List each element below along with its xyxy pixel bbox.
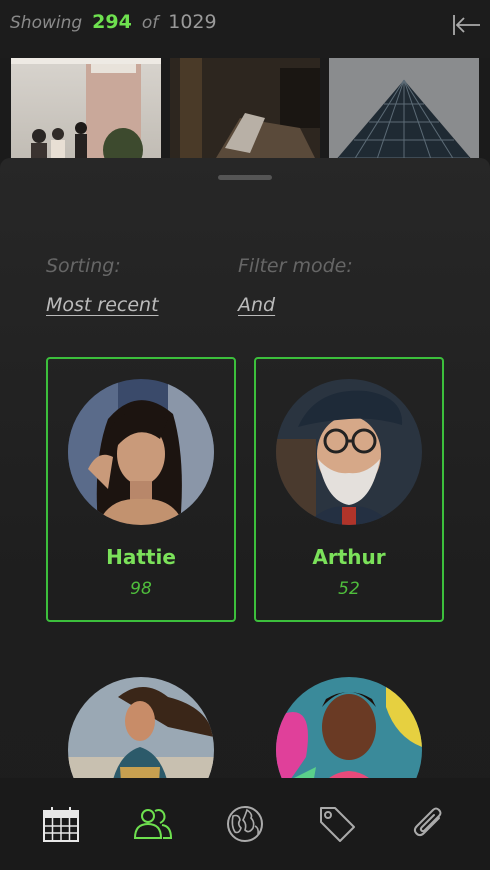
tag-icon — [320, 807, 355, 842]
showing-label: Showing — [10, 13, 83, 33]
sorting-label: Sorting: — [46, 255, 121, 277]
calendar-icon — [43, 807, 79, 842]
globe-icon — [227, 806, 263, 842]
photo-thumbnail[interactable] — [329, 58, 479, 168]
results-header: Showing 294 of 1029 — [0, 0, 490, 58]
person-name: Hattie — [106, 545, 176, 569]
of-label: of — [141, 13, 159, 33]
sorting-select[interactable]: Most recent — [46, 294, 159, 316]
photo-interior-ruins — [170, 58, 320, 168]
paperclip-icon — [413, 807, 442, 837]
tab-places[interactable] — [223, 802, 267, 846]
person-card[interactable]: Arthur 52 — [254, 357, 444, 622]
photo-strip — [0, 58, 490, 168]
photo-thumbnail[interactable] — [11, 58, 161, 168]
people-icon — [133, 809, 173, 839]
collapse-panel-button[interactable] — [452, 12, 482, 38]
tab-tags[interactable] — [315, 802, 359, 846]
tab-calendar[interactable] — [39, 802, 83, 846]
total-count: 1029 — [168, 11, 217, 33]
photo-thumbnail[interactable] — [170, 58, 320, 168]
drag-handle[interactable] — [218, 175, 272, 180]
shown-count: 294 — [92, 11, 132, 33]
results-summary: Showing 294 of 1029 — [10, 11, 217, 33]
tab-people[interactable] — [131, 802, 175, 846]
bottom-nav — [0, 778, 490, 870]
photo-count: 52 — [338, 579, 360, 599]
avatar — [276, 379, 422, 525]
photo-building-people — [11, 58, 161, 168]
photo-architecture — [329, 58, 479, 168]
avatar — [68, 379, 214, 525]
filter-sheet: Sorting: Most recent Filter mode: And Ha… — [0, 158, 490, 870]
arrow-left-bar-icon — [453, 15, 480, 35]
tab-attachments[interactable] — [407, 802, 451, 846]
photo-count: 98 — [130, 579, 152, 599]
filter-mode-select[interactable]: And — [238, 294, 275, 316]
person-card[interactable]: Hattie 98 — [46, 357, 236, 622]
person-name: Arthur — [312, 545, 386, 569]
filter-mode-label: Filter mode: — [238, 255, 353, 277]
